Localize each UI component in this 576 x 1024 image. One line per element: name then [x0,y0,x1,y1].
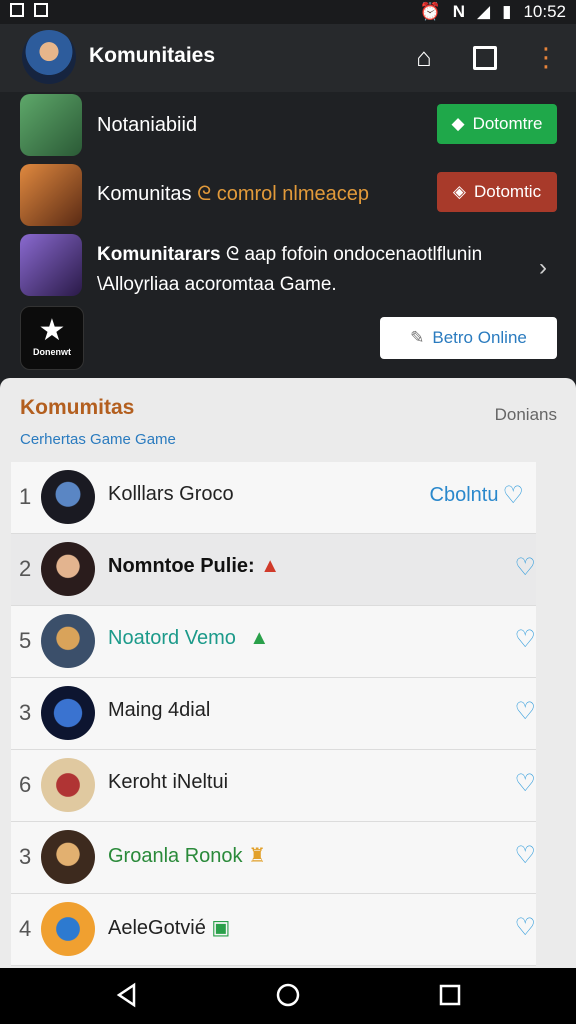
recents-icon[interactable] [437,982,463,1008]
section-subtitle[interactable]: Cerhertas Game Game [20,431,176,448]
image-icon [34,3,48,17]
featured-button[interactable]: ◈ Dotomtic [437,172,557,212]
item-name: Noatord Vemo ▲ [108,627,270,649]
battery-icon: ▮ [502,2,512,21]
heart-icon[interactable]: ♡ [514,625,536,654]
avatar [41,470,95,524]
heart-icon[interactable]: ♡ [514,841,536,870]
square-icon[interactable] [470,42,500,72]
follow-action[interactable]: Cbolntu ♡ [430,481,524,510]
avatar [41,758,95,812]
thumb-label: Donenwt [33,347,71,357]
clock: 10:52 [523,2,566,21]
avatar [41,902,95,956]
heart-icon[interactable]: ♡ [514,697,536,726]
game-thumb [20,94,82,156]
list-item[interactable]: 3 Groanla Ronok ♜ ♡ [11,822,536,894]
navigation-bar [0,968,576,1024]
heart-icon[interactable]: ♡ [502,481,524,510]
item-name: AeleGotvié ▣ [108,917,231,939]
item-name: Groanla Ronok ♜ [108,845,267,867]
heart-icon[interactable]: ♡ [514,553,536,582]
more-vert-icon[interactable]: ⋮ [531,42,561,72]
android-icon: ▣ [211,917,231,939]
online-button[interactable]: ✎ Betro Online [380,317,557,359]
tag-icon: ◈ [452,182,466,201]
chevron-right-icon[interactable]: › [539,254,547,282]
featured-row[interactable]: Komunitarars ᘓ aap fofoin ondocenaotlflu… [0,232,576,304]
featured-text: Notaniabiid [97,114,198,136]
back-icon[interactable] [114,982,140,1008]
star-icon: ★ [38,314,66,347]
featured-text: Komunitas ᘓ comrol nlmeacep [97,183,369,205]
featured-list: Notaniabiid ◆ Dotomtre Komunitas ᘓ comro… [0,92,576,378]
heart-icon[interactable]: ♡ [514,913,536,942]
list-item[interactable]: 4 AeleGotvié ▣ ♡ [11,894,536,966]
app-title: Komunitaies [89,44,216,67]
section-title: Komumitas [20,396,135,419]
list-item[interactable]: 1 Kolllars Groco Cbolntu ♡ [11,462,536,534]
heart-icon[interactable]: ♡ [514,769,536,798]
list-item[interactable]: 5 Noatord Vemo ▲ ♡ [11,606,536,678]
nfc-icon: N [452,2,466,21]
home-nav-icon[interactable] [275,982,301,1008]
list-item[interactable]: 2 Nomntoe Pulie: ▲ ♡ [11,534,536,606]
featured-row[interactable]: Notaniabiid ◆ Dotomtre [0,92,576,162]
home-icon[interactable]: ⌂ [409,42,439,72]
avatar [41,614,95,668]
avatar [41,686,95,740]
section-link[interactable]: Donians [495,405,557,425]
notification-icon [10,3,24,17]
app-bar: Komunitaies ⌂ ⋮ [0,24,576,92]
featured-title: Komunitarars ᘓ aap fofoin ondocenaotlflu… [97,244,483,265]
featured-button[interactable]: ◆ Dotomtre [437,104,557,144]
featured-desc: \Alloyrliaa acoromtaa Game. [97,274,337,295]
community-panel: Komumitas Cerhertas Game Game Donians 1 … [0,378,576,968]
tag-icon: ◆ [451,114,465,133]
status-bar: ⏰ N ◢ ▮ 10:52 [0,0,576,24]
crown-icon: ♜ [248,845,267,867]
avatar [41,830,95,884]
list-item[interactable]: 3 Maing 4dial ♡ [11,678,536,750]
signal-icon: ◢ [477,2,491,21]
alarm-icon: ⏰ [419,2,441,21]
list-item[interactable]: 6 Keroht iNeltui ♡ [11,750,536,822]
featured-row[interactable]: ★ Donenwt ✎ Betro Online [0,304,576,374]
game-thumb: ★ Donenwt [20,306,84,370]
avatar [41,542,95,596]
profile-avatar[interactable] [22,30,76,84]
game-thumb [20,164,82,226]
item-name: Nomntoe Pulie: ▲ [108,555,281,577]
featured-row[interactable]: Komunitas ᘓ comrol nlmeacep ◈ Dotomtic [0,162,576,232]
pencil-icon: ✎ [410,328,425,347]
game-thumb [20,234,82,296]
